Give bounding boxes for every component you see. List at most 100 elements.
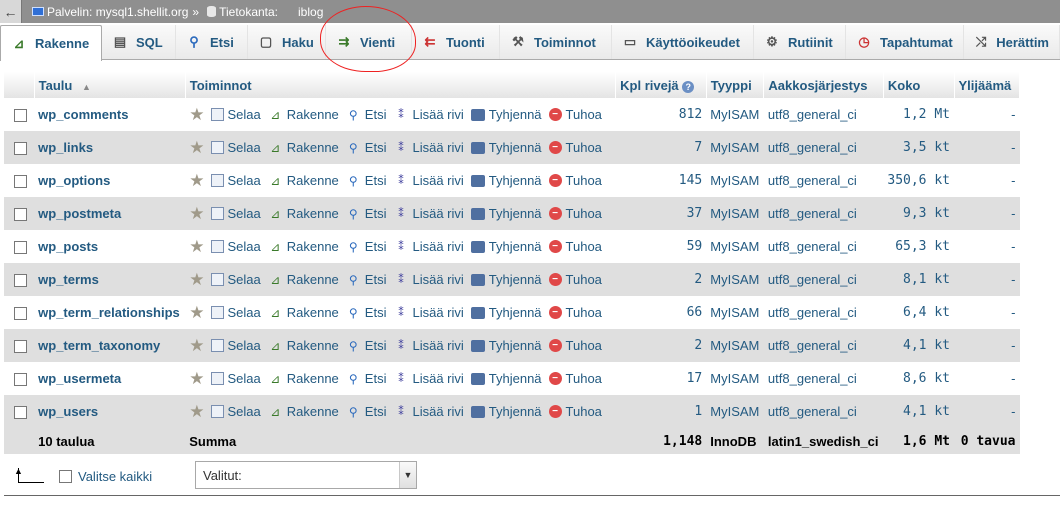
- header-type[interactable]: Tyyppi: [706, 72, 765, 98]
- favorite-star-icon[interactable]: ★: [189, 303, 204, 323]
- browse-action[interactable]: Selaa: [210, 272, 261, 287]
- table-size[interactable]: 8,6 kt: [883, 362, 954, 395]
- search-action[interactable]: ⚲ Etsi: [346, 338, 387, 353]
- drop-action[interactable]: − Tuhoa: [548, 404, 602, 419]
- search-action[interactable]: ⚲ Etsi: [346, 173, 387, 188]
- table-size[interactable]: 8,1 kt: [883, 263, 954, 296]
- drop-action[interactable]: − Tuhoa: [548, 371, 602, 386]
- table-size[interactable]: 4,1 kt: [883, 395, 954, 428]
- structure-action[interactable]: ⊿ Rakenne: [268, 239, 339, 254]
- search-action[interactable]: ⚲ Etsi: [346, 239, 387, 254]
- chevron-down-icon[interactable]: ▼: [399, 462, 416, 488]
- row-checkbox[interactable]: [14, 373, 27, 386]
- favorite-star-icon[interactable]: ★: [189, 369, 204, 389]
- table-name-link[interactable]: wp_comments: [38, 107, 128, 122]
- structure-action[interactable]: ⊿ Rakenne: [268, 206, 339, 221]
- favorite-star-icon[interactable]: ★: [189, 105, 204, 125]
- empty-action[interactable]: Tyhjennä: [470, 272, 542, 287]
- select-all[interactable]: Valitse kaikki: [59, 469, 152, 484]
- empty-action[interactable]: Tyhjennä: [470, 107, 542, 122]
- structure-action[interactable]: ⊿ Rakenne: [268, 338, 339, 353]
- browse-action[interactable]: Selaa: [210, 140, 261, 155]
- drop-action[interactable]: − Tuhoa: [548, 206, 602, 221]
- empty-action[interactable]: Tyhjennä: [470, 338, 542, 353]
- insert-action[interactable]: ⁑ Lisää rivi: [393, 305, 464, 320]
- table-size[interactable]: 1,2 Mt: [883, 98, 954, 131]
- empty-action[interactable]: Tyhjennä: [470, 206, 542, 221]
- row-checkbox[interactable]: [14, 340, 27, 353]
- table-size[interactable]: 6,4 kt: [883, 296, 954, 329]
- browse-action[interactable]: Selaa: [210, 239, 261, 254]
- tab-sql[interactable]: ▤ SQL: [102, 25, 176, 59]
- search-action[interactable]: ⚲ Etsi: [346, 404, 387, 419]
- structure-action[interactable]: ⊿ Rakenne: [268, 371, 339, 386]
- insert-action[interactable]: ⁑ Lisää rivi: [393, 206, 464, 221]
- empty-action[interactable]: Tyhjennä: [470, 305, 542, 320]
- search-action[interactable]: ⚲ Etsi: [346, 305, 387, 320]
- empty-action[interactable]: Tyhjennä: [470, 371, 542, 386]
- insert-action[interactable]: ⁑ Lisää rivi: [393, 272, 464, 287]
- table-name-link[interactable]: wp_options: [38, 173, 110, 188]
- drop-action[interactable]: − Tuhoa: [548, 305, 602, 320]
- favorite-star-icon[interactable]: ★: [189, 402, 204, 422]
- insert-action[interactable]: ⁑ Lisää rivi: [393, 338, 464, 353]
- tab-tuonti[interactable]: ⇇ Tuonti: [412, 25, 500, 59]
- search-action[interactable]: ⚲ Etsi: [346, 371, 387, 386]
- breadcrumb-database-name[interactable]: iblog: [298, 5, 323, 19]
- table-name-link[interactable]: wp_term_taxonomy: [38, 338, 160, 353]
- table-name-link[interactable]: wp_posts: [38, 239, 98, 254]
- with-selected-dropdown[interactable]: Valitut: ▼: [195, 461, 417, 489]
- favorite-star-icon[interactable]: ★: [189, 138, 204, 158]
- table-name-link[interactable]: wp_links: [38, 140, 93, 155]
- insert-action[interactable]: ⁑ Lisää rivi: [393, 173, 464, 188]
- table-size[interactable]: 3,5 kt: [883, 131, 954, 164]
- browse-action[interactable]: Selaa: [210, 371, 261, 386]
- search-action[interactable]: ⚲ Etsi: [346, 107, 387, 122]
- drop-action[interactable]: − Tuhoa: [548, 107, 602, 122]
- empty-action[interactable]: Tyhjennä: [470, 239, 542, 254]
- row-checkbox[interactable]: [14, 274, 27, 287]
- table-size[interactable]: 65,3 kt: [883, 230, 954, 263]
- insert-action[interactable]: ⁑ Lisää rivi: [393, 107, 464, 122]
- table-name-link[interactable]: wp_postmeta: [38, 206, 121, 221]
- drop-action[interactable]: − Tuhoa: [548, 239, 602, 254]
- row-checkbox[interactable]: [14, 406, 27, 419]
- favorite-star-icon[interactable]: ★: [189, 270, 204, 290]
- table-size[interactable]: 4,1 kt: [883, 329, 954, 362]
- search-action[interactable]: ⚲ Etsi: [346, 272, 387, 287]
- tab-rakenne[interactable]: ⊿ Rakenne: [0, 25, 102, 61]
- structure-action[interactable]: ⊿ Rakenne: [268, 140, 339, 155]
- structure-action[interactable]: ⊿ Rakenne: [268, 173, 339, 188]
- tab-tapahtumat[interactable]: ◷ Tapahtumat: [846, 25, 964, 59]
- browse-action[interactable]: Selaa: [210, 173, 261, 188]
- favorite-star-icon[interactable]: ★: [189, 336, 204, 356]
- tab-etsi[interactable]: ⚲ Etsi: [176, 25, 248, 59]
- back-arrow-icon[interactable]: ←: [0, 0, 22, 23]
- insert-action[interactable]: ⁑ Lisää rivi: [393, 140, 464, 155]
- row-checkbox[interactable]: [14, 109, 27, 122]
- browse-action[interactable]: Selaa: [210, 338, 261, 353]
- header-collation[interactable]: Aakkosjärjestys: [763, 72, 884, 98]
- tab-herattimet[interactable]: ⤭ Herättim: [964, 25, 1060, 59]
- header-table-sort[interactable]: Taulu ▲: [34, 72, 186, 98]
- empty-action[interactable]: Tyhjennä: [470, 140, 542, 155]
- structure-action[interactable]: ⊿ Rakenne: [268, 305, 339, 320]
- drop-action[interactable]: − Tuhoa: [548, 272, 602, 287]
- header-size[interactable]: Koko: [883, 72, 955, 98]
- tab-rutiinit[interactable]: ⚙ Rutiinit: [754, 25, 846, 59]
- search-action[interactable]: ⚲ Etsi: [346, 206, 387, 221]
- empty-action[interactable]: Tyhjennä: [470, 173, 542, 188]
- table-name-link[interactable]: wp_terms: [38, 272, 99, 287]
- drop-action[interactable]: − Tuhoa: [548, 173, 602, 188]
- empty-action[interactable]: Tyhjennä: [470, 404, 542, 419]
- browse-action[interactable]: Selaa: [210, 206, 261, 221]
- select-all-checkbox[interactable]: [59, 470, 72, 483]
- breadcrumb-database-label[interactable]: Tietokanta:: [219, 5, 278, 19]
- search-action[interactable]: ⚲ Etsi: [346, 140, 387, 155]
- tab-haku[interactable]: ▢ Haku: [248, 25, 326, 59]
- browse-action[interactable]: Selaa: [210, 404, 261, 419]
- table-size[interactable]: 350,6 kt: [883, 164, 954, 197]
- tab-vienti[interactable]: ⇉ Vienti: [326, 25, 412, 59]
- drop-action[interactable]: − Tuhoa: [548, 338, 602, 353]
- row-checkbox[interactable]: [14, 175, 27, 188]
